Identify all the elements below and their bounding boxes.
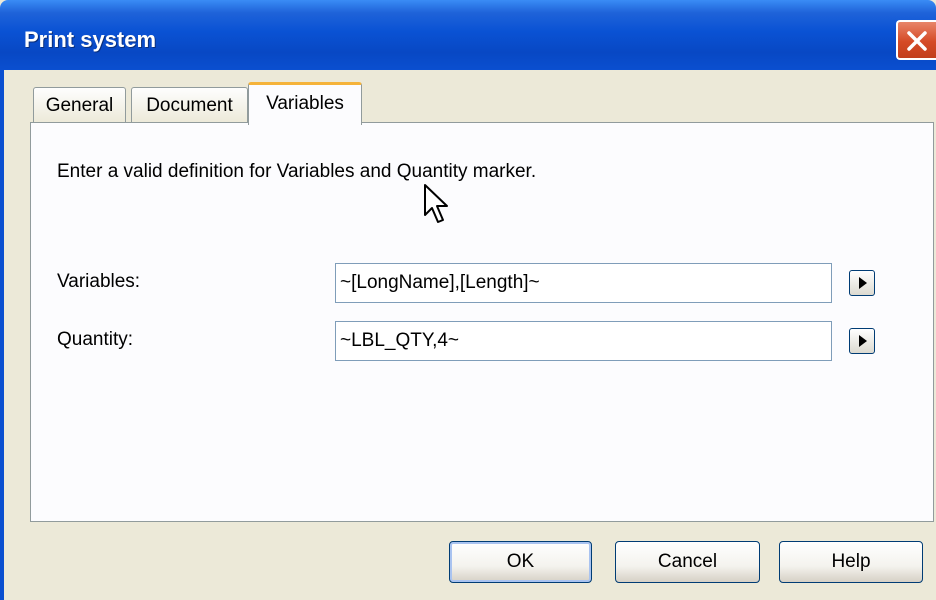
help-button[interactable]: Help xyxy=(779,541,923,583)
instruction-text: Enter a valid definition for Variables a… xyxy=(57,161,537,182)
mouse-pointer-icon xyxy=(424,184,448,223)
window-frame-left xyxy=(0,70,4,600)
quantity-label: Quantity: xyxy=(57,329,134,350)
quantity-input[interactable] xyxy=(335,321,832,361)
variables-panel: Enter a valid definition for Variables a… xyxy=(30,122,934,522)
quantity-insert-button[interactable] xyxy=(849,328,875,354)
close-button[interactable] xyxy=(896,20,936,60)
close-icon xyxy=(907,31,927,51)
title-bar[interactable]: Print system xyxy=(0,0,936,70)
tab-general[interactable]: General xyxy=(33,87,126,123)
variables-insert-button[interactable] xyxy=(849,270,875,296)
tab-variables[interactable]: Variables xyxy=(248,82,362,125)
tab-document[interactable]: Document xyxy=(131,87,248,123)
cancel-button[interactable]: Cancel xyxy=(615,541,760,583)
arrow-right-icon xyxy=(859,335,867,347)
variables-label: Variables: xyxy=(57,271,141,292)
window-title: Print system xyxy=(24,27,157,52)
variables-input[interactable] xyxy=(335,263,832,303)
arrow-right-icon xyxy=(859,277,867,289)
ok-button[interactable]: OK xyxy=(449,541,592,583)
